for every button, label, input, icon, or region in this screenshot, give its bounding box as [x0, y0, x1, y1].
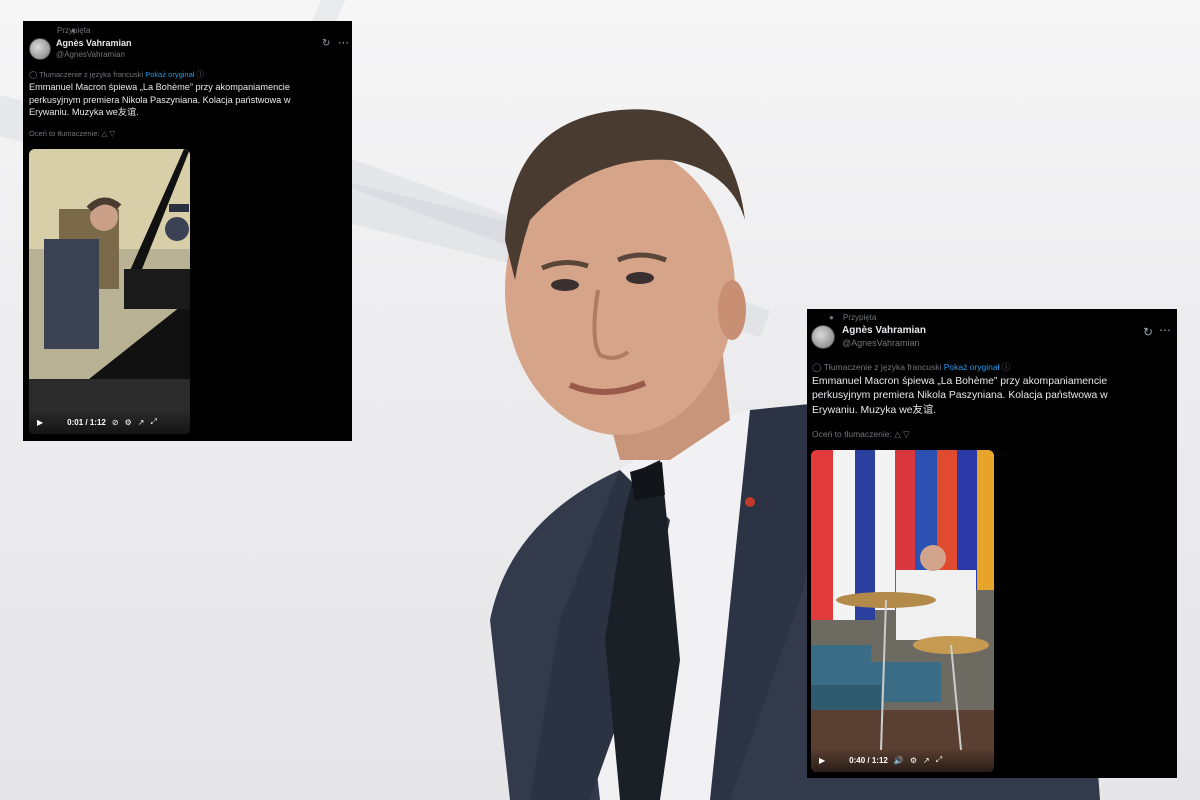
tweet-text: Emmanuel Macron śpiewa „La Bohème” przy …	[29, 82, 291, 118]
pinned-label: Przypięta	[57, 26, 91, 35]
thumbs-up-icon[interactable]: △	[894, 429, 901, 439]
video-time: 0:01 / 1:12	[67, 417, 106, 427]
more-icon[interactable]: ⋯	[1159, 323, 1171, 337]
author-name[interactable]: Agnès Vahramian	[842, 325, 926, 336]
rate-translation-label: Oceń to tłumaczenie:	[812, 429, 892, 439]
video-player[interactable]: ▶ 0:01 / 1:12 ⊘ ⚙ ↗ ⤢	[29, 149, 190, 434]
more-icon[interactable]: ⋯	[338, 36, 349, 49]
translation-row: ◯ Tłumaczenie z języka francuski Pokaż o…	[812, 361, 1010, 373]
mute-icon[interactable]: 🔊	[894, 756, 904, 765]
grok-icon[interactable]: ↻	[1143, 325, 1153, 339]
translate-icon: ◯	[812, 362, 824, 372]
translation-note: Tłumaczenie z języka francuski	[823, 362, 942, 372]
pinned-label: Przypięta	[843, 313, 877, 322]
author-handle[interactable]: @AgnesVahramian	[56, 50, 125, 59]
tweet-card[interactable]: ● Przypięta Agnès Vahramian @AgnesVahram…	[23, 21, 352, 441]
translation-note: Tłumaczenie z języka francuski	[39, 70, 144, 79]
tweet-text: Emmanuel Macron śpiewa „La Bohème” przy …	[812, 376, 1108, 416]
avatar[interactable]	[29, 38, 51, 60]
play-icon[interactable]: ▶	[37, 418, 43, 427]
thumbs-down-icon[interactable]: ▽	[109, 129, 115, 138]
rate-translation-label: Oceń to tłumaczenie:	[29, 129, 100, 138]
video-time: 0:40 / 1:12	[849, 755, 888, 765]
play-icon[interactable]: ▶	[819, 756, 825, 765]
settings-icon[interactable]: ⚙	[125, 418, 132, 427]
share-icon[interactable]: ↗	[923, 756, 930, 765]
collage-background: ● Przypięta Agnès Vahramian @AgnesVahram…	[0, 0, 1200, 800]
author-handle[interactable]: @AgnesVahramian	[842, 338, 920, 348]
mute-icon[interactable]: ⊘	[112, 418, 119, 427]
share-icon[interactable]: ↗	[138, 418, 145, 427]
thumbs-up-icon[interactable]: △	[102, 129, 108, 138]
video-controls: ▶ 0:40 / 1:12 🔊 ⚙ ↗ ⤢	[811, 748, 994, 772]
translation-row: ◯ Tłumaczenie z języka francuski Pokaż o…	[29, 69, 204, 80]
video-frame-piano	[29, 149, 190, 434]
show-original-link[interactable]: Pokaż oryginał	[145, 70, 194, 79]
translate-icon: ◯	[29, 70, 40, 79]
info-icon[interactable]: ⓘ	[197, 70, 205, 79]
fullscreen-icon[interactable]: ⤢	[150, 417, 156, 427]
rate-translation-row: Oceń to tłumaczenie: △ ▽	[812, 429, 910, 440]
rate-translation-row: Oceń to tłumaczenie: △ ▽	[29, 129, 115, 138]
author-name[interactable]: Agnès Vahramian	[56, 38, 132, 48]
video-player[interactable]: ▶ 0:40 / 1:12 🔊 ⚙ ↗ ⤢	[811, 450, 994, 772]
info-icon[interactable]: ⓘ	[1002, 362, 1011, 372]
show-original-link[interactable]: Pokaż oryginał	[944, 362, 1000, 372]
video-frame-drums	[811, 450, 994, 772]
tweet-card[interactable]: ● Przypięta Agnès Vahramian @AgnesVahram…	[807, 309, 1177, 778]
pin-icon: ●	[829, 313, 834, 322]
video-controls: ▶ 0:01 / 1:12 ⊘ ⚙ ↗ ⤢	[29, 410, 190, 434]
grok-icon[interactable]: ↻	[322, 38, 330, 49]
thumbs-down-icon[interactable]: ▽	[903, 429, 910, 439]
fullscreen-icon[interactable]: ⤢	[936, 755, 942, 765]
avatar[interactable]	[811, 325, 835, 349]
settings-icon[interactable]: ⚙	[910, 756, 917, 765]
